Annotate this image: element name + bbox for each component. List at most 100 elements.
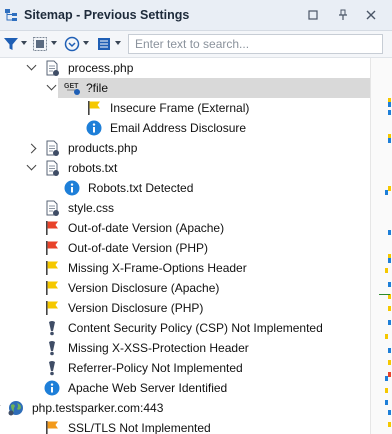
tree-item-label: ?file — [86, 81, 109, 95]
tree-item-label: Referrer-Policy Not Implemented — [68, 361, 243, 375]
issue-marker — [385, 400, 388, 405]
yellow-flag-icon — [44, 280, 60, 296]
tree-item-label: style.css — [68, 201, 115, 215]
filter-button[interactable] — [3, 35, 29, 53]
restore-icon — [308, 10, 318, 20]
tree-row[interactable]: Version Disclosure (Apache) — [0, 278, 370, 298]
issue-marker — [388, 282, 391, 287]
tree-item-label: Out-of-date Version (Apache) — [68, 221, 225, 235]
issue-marker — [385, 334, 388, 339]
file-icon — [44, 200, 60, 216]
tree-item-label: Apache Web Server Identified — [68, 381, 228, 395]
globe-icon — [8, 400, 24, 416]
issue-marker — [385, 190, 388, 195]
issue-marker — [385, 388, 388, 393]
info-icon — [64, 180, 80, 196]
info-icon — [44, 380, 60, 396]
tree-row[interactable]: Referrer-Policy Not Implemented — [0, 358, 370, 378]
tree-row[interactable]: style.css — [0, 198, 370, 218]
exclamation-icon — [44, 360, 60, 376]
tree-row[interactable]: process.php — [0, 58, 370, 78]
sitemap-tree: process.php GET ?file Insecure Frame (Exter… — [0, 58, 370, 434]
tree-row[interactable]: Out-of-date Version (Apache) — [0, 218, 370, 238]
tree-item-label: Version Disclosure (Apache) — [68, 281, 220, 295]
yellow-flag-icon — [44, 260, 60, 276]
pin-button[interactable] — [335, 7, 351, 23]
issue-marker — [388, 306, 391, 311]
search-input[interactable] — [128, 34, 383, 54]
tree-item-label: Insecure Frame (External) — [110, 101, 250, 115]
issue-marker — [385, 376, 388, 381]
red-flag-icon — [44, 240, 60, 256]
issue-marker — [388, 138, 391, 143]
issue-marker — [388, 348, 391, 353]
window-title: Sitemap - Previous Settings — [24, 8, 190, 22]
issue-marker — [388, 360, 391, 365]
info-icon — [86, 120, 102, 136]
file-icon — [44, 60, 60, 76]
close-icon — [366, 10, 376, 20]
chevron-down-icon[interactable] — [26, 60, 37, 71]
tree-row[interactable]: GET ?file — [0, 78, 370, 98]
toolbar — [0, 31, 392, 58]
tree-item-label: SSL/TLS Not Implemented — [68, 421, 211, 434]
filter-icon — [4, 38, 18, 50]
tree-row[interactable]: php.testsparker.com:443 — [0, 398, 370, 418]
chevron-down-icon[interactable] — [46, 80, 57, 91]
issue-marker — [388, 110, 391, 115]
tree-row[interactable]: robots.txt — [0, 158, 370, 178]
tree-row[interactable]: Insecure Frame (External) — [0, 98, 370, 118]
layout-icon — [33, 37, 47, 51]
issue-marker — [388, 258, 391, 263]
issue-marker — [388, 230, 391, 235]
file-icon — [44, 140, 60, 156]
tree-item-label: Version Disclosure (PHP) — [68, 301, 204, 315]
chevron-circle-icon — [64, 36, 80, 52]
tree-item-label: Out-of-date Version (PHP) — [68, 241, 209, 255]
tree-row[interactable]: Missing X-Frame-Options Header — [0, 258, 370, 278]
tree-row[interactable]: Content Security Policy (CSP) Not Implem… — [0, 318, 370, 338]
issue-marker — [385, 268, 388, 273]
issue-marker — [388, 372, 391, 377]
tree-item-label: process.php — [68, 61, 134, 75]
tree-item-label: products.php — [68, 141, 138, 155]
issue-marker — [388, 422, 391, 427]
close-button[interactable] — [363, 7, 379, 23]
tree-row[interactable]: products.php — [0, 138, 370, 158]
chevron-down-icon[interactable] — [26, 160, 37, 171]
title-bar: Sitemap - Previous Settings — [0, 0, 392, 31]
file-icon — [44, 160, 60, 176]
tree-item-label: php.testsparker.com:443 — [32, 401, 164, 415]
view-icon — [98, 38, 110, 50]
restore-button[interactable] — [305, 7, 321, 23]
tree-row[interactable]: SSL/TLS Not Implemented — [0, 418, 370, 434]
refresh-button[interactable] — [64, 35, 90, 53]
tree-item-label: robots.txt — [68, 161, 118, 175]
yellow-flag-icon — [86, 100, 102, 116]
scroll-position-marker[interactable] — [379, 294, 390, 295]
tree-row[interactable]: Version Disclosure (PHP) — [0, 298, 370, 318]
view-button[interactable] — [96, 35, 122, 53]
sitemap-app-icon — [5, 9, 17, 21]
orange-flag-icon — [44, 420, 60, 434]
issue-overview-strip[interactable] — [370, 58, 392, 434]
tree-item-label: Missing X-Frame-Options Header — [68, 261, 247, 275]
red-flag-icon — [44, 220, 60, 236]
tree-row[interactable]: Robots.txt Detected — [0, 178, 370, 198]
tree-item-label: Robots.txt Detected — [88, 181, 194, 195]
tree-row[interactable]: Missing X-XSS-Protection Header — [0, 338, 370, 358]
exclamation-icon — [44, 340, 60, 356]
yellow-flag-icon — [44, 300, 60, 316]
chevron-right-icon[interactable] — [26, 143, 37, 154]
layout-button[interactable] — [32, 35, 58, 53]
issue-marker — [388, 102, 391, 107]
issue-marker — [388, 186, 391, 191]
tree-row[interactable]: Email Address Disclosure — [0, 118, 370, 138]
tree-row[interactable]: Apache Web Server Identified — [0, 378, 370, 398]
tree-item-label: Missing X-XSS-Protection Header — [68, 341, 249, 355]
pin-icon — [339, 9, 347, 20]
issue-marker — [388, 320, 391, 325]
tree-row[interactable]: Out-of-date Version (PHP) — [0, 238, 370, 258]
svg-text:GET: GET — [64, 83, 79, 90]
issue-marker — [388, 410, 391, 415]
